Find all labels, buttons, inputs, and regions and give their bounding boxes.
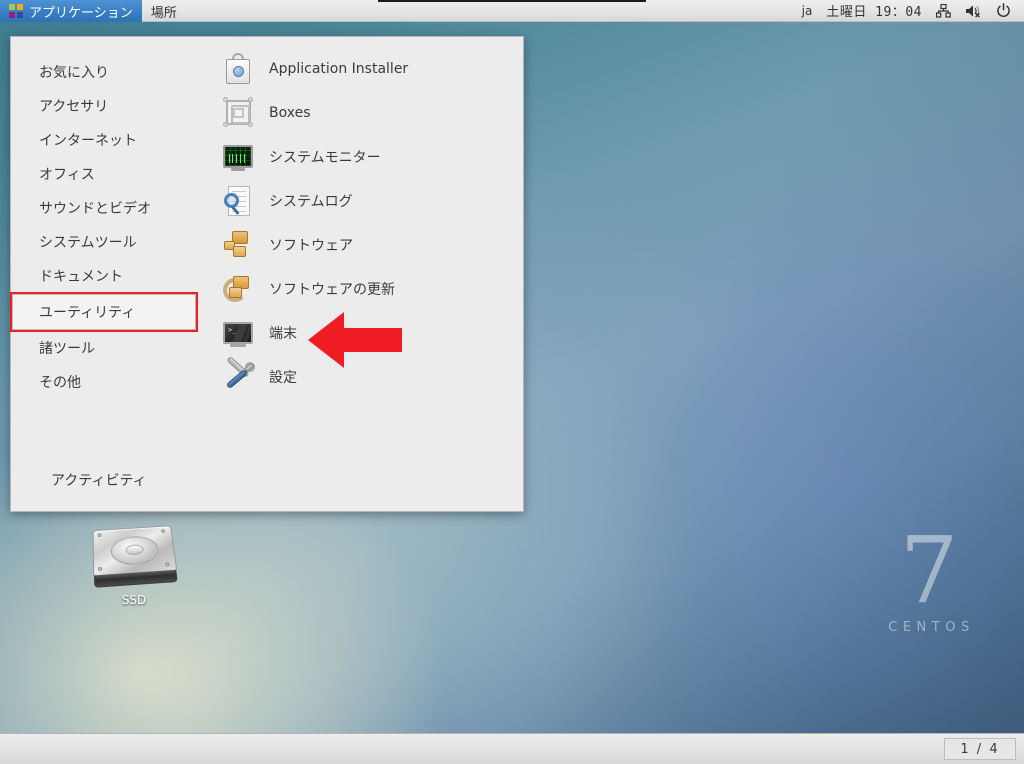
menu-category-accessories[interactable]: アクセサリ <box>11 89 207 123</box>
category-label: インターネット <box>39 133 137 149</box>
category-label: アクセサリ <box>39 99 109 115</box>
menu-app-system-monitor[interactable]: システムモニター <box>213 135 523 179</box>
menu-category-office[interactable]: オフィス <box>11 157 207 191</box>
menu-category-documents[interactable]: ドキュメント <box>11 259 207 293</box>
app-label: ソフトウェア <box>269 238 353 254</box>
network-icon-glyph <box>936 3 951 18</box>
activities-button[interactable]: アクティビティ <box>51 470 147 490</box>
power-icon[interactable] <box>989 0 1018 22</box>
category-label: オフィス <box>39 167 95 183</box>
menu-category-other[interactable]: その他 <box>11 365 207 399</box>
menu-application-list: Application Installer Boxes システムモニター システ… <box>207 37 523 449</box>
app-label: 端末 <box>269 326 297 342</box>
centos-logo-icon <box>9 4 23 18</box>
app-label: システムモニター <box>269 150 381 166</box>
places-menu-button[interactable]: 場所 <box>142 0 186 22</box>
menu-footer: アクティビティ <box>11 449 523 511</box>
boxes-icon <box>221 96 255 130</box>
system-log-icon <box>221 184 255 218</box>
software-update-icon <box>221 272 255 306</box>
app-label: ソフトウェアの更新 <box>269 282 395 298</box>
menu-app-software[interactable]: ソフトウェア <box>213 223 523 267</box>
terminal-icon: >_ <box>221 316 255 350</box>
category-label: その他 <box>39 375 81 391</box>
volume-muted-icon[interactable] <box>958 0 989 22</box>
category-label: システムツール <box>39 235 137 251</box>
desktop-icon-ssd[interactable]: SSD <box>84 525 184 607</box>
menu-app-system-log[interactable]: システムログ <box>213 179 523 223</box>
app-installer-icon <box>221 52 255 86</box>
category-label: お気に入り <box>39 65 109 81</box>
applications-menu-label: アプリケーション <box>29 5 133 21</box>
menu-category-utilities[interactable]: ユーティリティ <box>12 294 196 330</box>
power-icon-glyph <box>997 3 1010 17</box>
applications-menu-button[interactable]: アプリケーション <box>0 0 142 22</box>
category-label: ドキュメント <box>39 269 123 285</box>
desktop-icon-label: SSD <box>121 593 147 607</box>
applications-menu-popup: お気に入り アクセサリ インターネット オフィス サウンドとビデオ システムツー… <box>10 36 524 512</box>
software-icon <box>221 228 255 262</box>
app-label: Application Installer <box>269 61 409 77</box>
category-label: 諸ツール <box>39 341 95 357</box>
category-label: サウンドとビデオ <box>39 201 151 217</box>
menu-category-system-tools[interactable]: システムツール <box>11 225 207 259</box>
category-label: ユーティリティ <box>39 305 136 321</box>
menu-app-application-installer[interactable]: Application Installer <box>213 47 523 91</box>
clock-label: 土曜日 19：04 <box>826 5 922 20</box>
workspace-switcher[interactable]: 1 / 4 <box>944 738 1016 760</box>
keyboard-layout-label: ja <box>801 3 813 18</box>
applications-menu-body: お気に入り アクセサリ インターネット オフィス サウンドとビデオ システムツー… <box>11 37 523 449</box>
panel-status-area: ja 土曜日 19：04 <box>795 0 1024 21</box>
menu-category-list: お気に入り アクセサリ インターネット オフィス サウンドとビデオ システムツー… <box>11 37 207 449</box>
workspace-indicator-label: 1 / 4 <box>960 741 1000 757</box>
keyboard-layout-indicator[interactable]: ja <box>795 0 820 22</box>
hard-drive-icon <box>92 525 179 588</box>
system-monitor-icon <box>221 140 255 174</box>
menu-app-boxes[interactable]: Boxes <box>213 91 523 135</box>
settings-icon <box>221 356 258 394</box>
app-label: Boxes <box>269 105 311 121</box>
menu-category-favorites[interactable]: お気に入り <box>11 55 207 89</box>
clock-button[interactable]: 土曜日 19：04 <box>819 0 929 22</box>
app-label: システムログ <box>269 194 353 210</box>
app-label: 設定 <box>269 370 297 386</box>
menu-category-internet[interactable]: インターネット <box>11 123 207 157</box>
volume-muted-icon-glyph <box>966 5 980 17</box>
background-window-edge <box>378 0 646 2</box>
menu-app-terminal[interactable]: >_ 端末 <box>213 311 523 355</box>
menu-app-settings[interactable]: 設定 <box>213 355 523 399</box>
menu-category-sundry[interactable]: 諸ツール <box>11 331 207 365</box>
top-panel: アプリケーション 場所 ja 土曜日 19：04 <box>0 0 1024 22</box>
menu-category-sound-video[interactable]: サウンドとビデオ <box>11 191 207 225</box>
menu-app-software-update[interactable]: ソフトウェアの更新 <box>213 267 523 311</box>
bottom-panel: 1 / 4 <box>0 733 1024 764</box>
network-icon[interactable] <box>929 0 958 22</box>
places-menu-label: 場所 <box>150 5 177 21</box>
